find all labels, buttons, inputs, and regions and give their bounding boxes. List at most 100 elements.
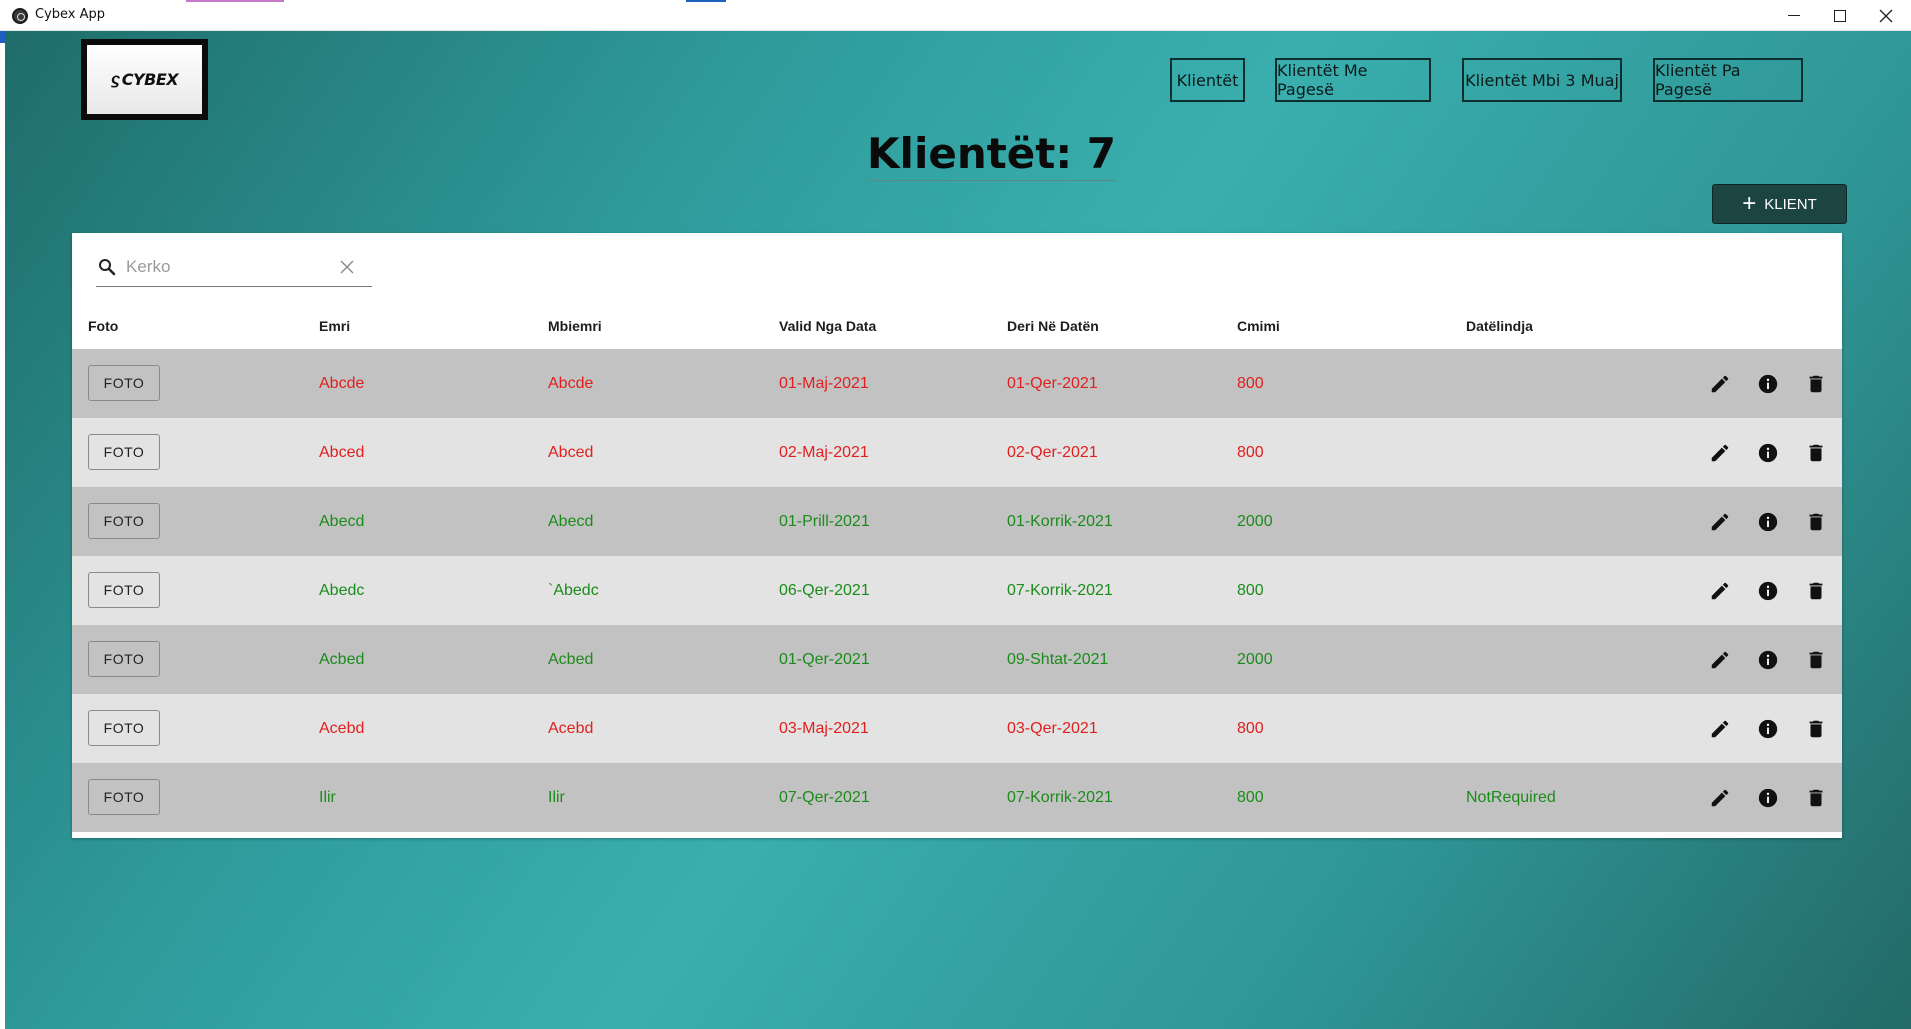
cell-mbiemri: Ilir bbox=[548, 788, 565, 806]
foto-button[interactable]: FOTO bbox=[88, 503, 160, 539]
column-header-cmimi[interactable]: Cmimi bbox=[1237, 303, 1280, 348]
foto-button[interactable]: FOTO bbox=[88, 434, 160, 470]
delete-icon bbox=[1809, 444, 1823, 462]
edit-button[interactable] bbox=[1707, 440, 1733, 466]
delete-button[interactable] bbox=[1803, 509, 1829, 535]
nav-klientet-button[interactable]: Klientët bbox=[1170, 58, 1245, 102]
cell-emri: Abced bbox=[319, 443, 365, 461]
info-button[interactable] bbox=[1755, 509, 1781, 535]
cell-valid-nga-data: 03-Maj-2021 bbox=[779, 719, 869, 737]
delete-button[interactable] bbox=[1803, 440, 1829, 466]
delete-icon bbox=[1809, 720, 1823, 738]
cell-valid-nga-data: 07-Qer-2021 bbox=[779, 788, 870, 806]
cell-deri-ne-daten: 01-Qer-2021 bbox=[1007, 374, 1098, 392]
info-button[interactable] bbox=[1755, 371, 1781, 397]
cell-valid-nga-data: 06-Qer-2021 bbox=[779, 581, 870, 599]
cell-emri: Abecd bbox=[319, 512, 365, 530]
column-header-foto[interactable]: Foto bbox=[88, 303, 118, 348]
foto-button[interactable]: FOTO bbox=[88, 365, 160, 401]
cell-cmimi: 800 bbox=[1237, 719, 1264, 737]
cell-emri: Abcde bbox=[319, 374, 365, 392]
logo-swoosh-icon: ϛ bbox=[110, 70, 120, 88]
table-row: FOTO Abecd Abecd 01-Prill-2021 01-Korrik… bbox=[72, 487, 1842, 556]
table-header: Foto Emri Mbiemri Valid Nga Data Deri Në… bbox=[72, 303, 1842, 348]
cell-deri-ne-daten: 07-Korrik-2021 bbox=[1007, 581, 1113, 599]
cell-cmimi: 800 bbox=[1237, 788, 1264, 806]
delete-button[interactable] bbox=[1803, 716, 1829, 742]
logo-text: CYBEX bbox=[121, 70, 179, 89]
cell-datelindja: NotRequired bbox=[1466, 788, 1556, 806]
edit-icon bbox=[1711, 720, 1729, 738]
edit-icon bbox=[1711, 582, 1729, 600]
cell-valid-nga-data: 02-Maj-2021 bbox=[779, 443, 869, 461]
cell-mbiemri: Abcde bbox=[548, 374, 594, 392]
cell-mbiemri: Abecd bbox=[548, 512, 594, 530]
cell-cmimi: 800 bbox=[1237, 374, 1264, 392]
column-header-datelindja[interactable]: Datëlindja bbox=[1466, 303, 1533, 348]
edit-button[interactable] bbox=[1707, 647, 1733, 673]
edit-button[interactable] bbox=[1707, 578, 1733, 604]
column-header-emri[interactable]: Emri bbox=[319, 303, 350, 348]
minimize-button[interactable] bbox=[1772, 0, 1816, 31]
edit-icon bbox=[1711, 789, 1729, 807]
info-button[interactable] bbox=[1755, 578, 1781, 604]
window-titlebar: Cybex App bbox=[0, 0, 1911, 31]
clear-search-icon[interactable] bbox=[340, 260, 354, 274]
maximize-icon bbox=[1834, 9, 1846, 22]
table-row: FOTO Abcde Abcde 01-Maj-2021 01-Qer-2021… bbox=[72, 349, 1842, 418]
cell-cmimi: 2000 bbox=[1237, 512, 1273, 530]
delete-button[interactable] bbox=[1803, 371, 1829, 397]
foto-button[interactable]: FOTO bbox=[88, 779, 160, 815]
foto-button[interactable]: FOTO bbox=[88, 572, 160, 608]
column-header-valid-nga-data[interactable]: Valid Nga Data bbox=[779, 303, 876, 348]
cell-cmimi: 2000 bbox=[1237, 650, 1273, 668]
cell-mbiemri: `Abedc bbox=[548, 581, 599, 599]
add-client-button[interactable]: + KLIENT bbox=[1712, 184, 1847, 224]
page-title: Klientët: 7 bbox=[867, 129, 1117, 181]
search-input[interactable] bbox=[126, 256, 326, 277]
cell-deri-ne-daten: 03-Qer-2021 bbox=[1007, 719, 1098, 737]
cell-mbiemri: Abced bbox=[548, 443, 594, 461]
delete-button[interactable] bbox=[1803, 578, 1829, 604]
cell-valid-nga-data: 01-Prill-2021 bbox=[779, 512, 870, 530]
cell-emri: Ilir bbox=[319, 788, 336, 806]
app-main: ϛ CYBEX Klientët Klientët Me Pagesë Klie… bbox=[5, 31, 1911, 1029]
info-button[interactable] bbox=[1755, 647, 1781, 673]
maximize-button[interactable] bbox=[1818, 0, 1862, 31]
info-icon bbox=[1758, 650, 1778, 670]
delete-icon bbox=[1809, 513, 1823, 531]
cell-mbiemri: Acebd bbox=[548, 719, 594, 737]
edit-icon bbox=[1711, 513, 1729, 531]
edit-icon bbox=[1711, 444, 1729, 462]
table-row: FOTO Abedc `Abedc 06-Qer-2021 07-Korrik-… bbox=[72, 556, 1842, 625]
minimize-icon bbox=[1788, 15, 1800, 16]
delete-button[interactable] bbox=[1803, 785, 1829, 811]
info-button[interactable] bbox=[1755, 440, 1781, 466]
titlebar-accent bbox=[686, 0, 726, 2]
edit-button[interactable] bbox=[1707, 716, 1733, 742]
nav-klientet-me-pagese-button[interactable]: Klientët Me Pagesë bbox=[1275, 58, 1431, 102]
cell-deri-ne-daten: 01-Korrik-2021 bbox=[1007, 512, 1113, 530]
close-window-button[interactable] bbox=[1864, 0, 1908, 31]
plus-icon: + bbox=[1742, 190, 1757, 217]
nav-klientet-mbi-3-muaj-button[interactable]: Klientët Mbi 3 Muaj bbox=[1462, 58, 1622, 102]
info-button[interactable] bbox=[1755, 785, 1781, 811]
cell-valid-nga-data: 01-Qer-2021 bbox=[779, 650, 870, 668]
column-header-mbiemri[interactable]: Mbiemri bbox=[548, 303, 602, 348]
foto-button[interactable]: FOTO bbox=[88, 710, 160, 746]
edit-button[interactable] bbox=[1707, 509, 1733, 535]
info-icon bbox=[1758, 512, 1778, 532]
nav-klientet-pa-pagese-button[interactable]: Klientët Pa Pagesë bbox=[1653, 58, 1803, 102]
table-row: FOTO Ilir Ilir 07-Qer-2021 07-Korrik-202… bbox=[72, 763, 1842, 832]
info-icon bbox=[1758, 374, 1778, 394]
delete-icon bbox=[1809, 789, 1823, 807]
foto-button[interactable]: FOTO bbox=[88, 641, 160, 677]
info-icon bbox=[1758, 581, 1778, 601]
cell-valid-nga-data: 01-Maj-2021 bbox=[779, 374, 869, 392]
column-header-deri-ne-daten[interactable]: Deri Në Datën bbox=[1007, 303, 1099, 348]
delete-button[interactable] bbox=[1803, 647, 1829, 673]
search-bar bbox=[96, 247, 372, 287]
edit-button[interactable] bbox=[1707, 371, 1733, 397]
info-button[interactable] bbox=[1755, 716, 1781, 742]
edit-button[interactable] bbox=[1707, 785, 1733, 811]
